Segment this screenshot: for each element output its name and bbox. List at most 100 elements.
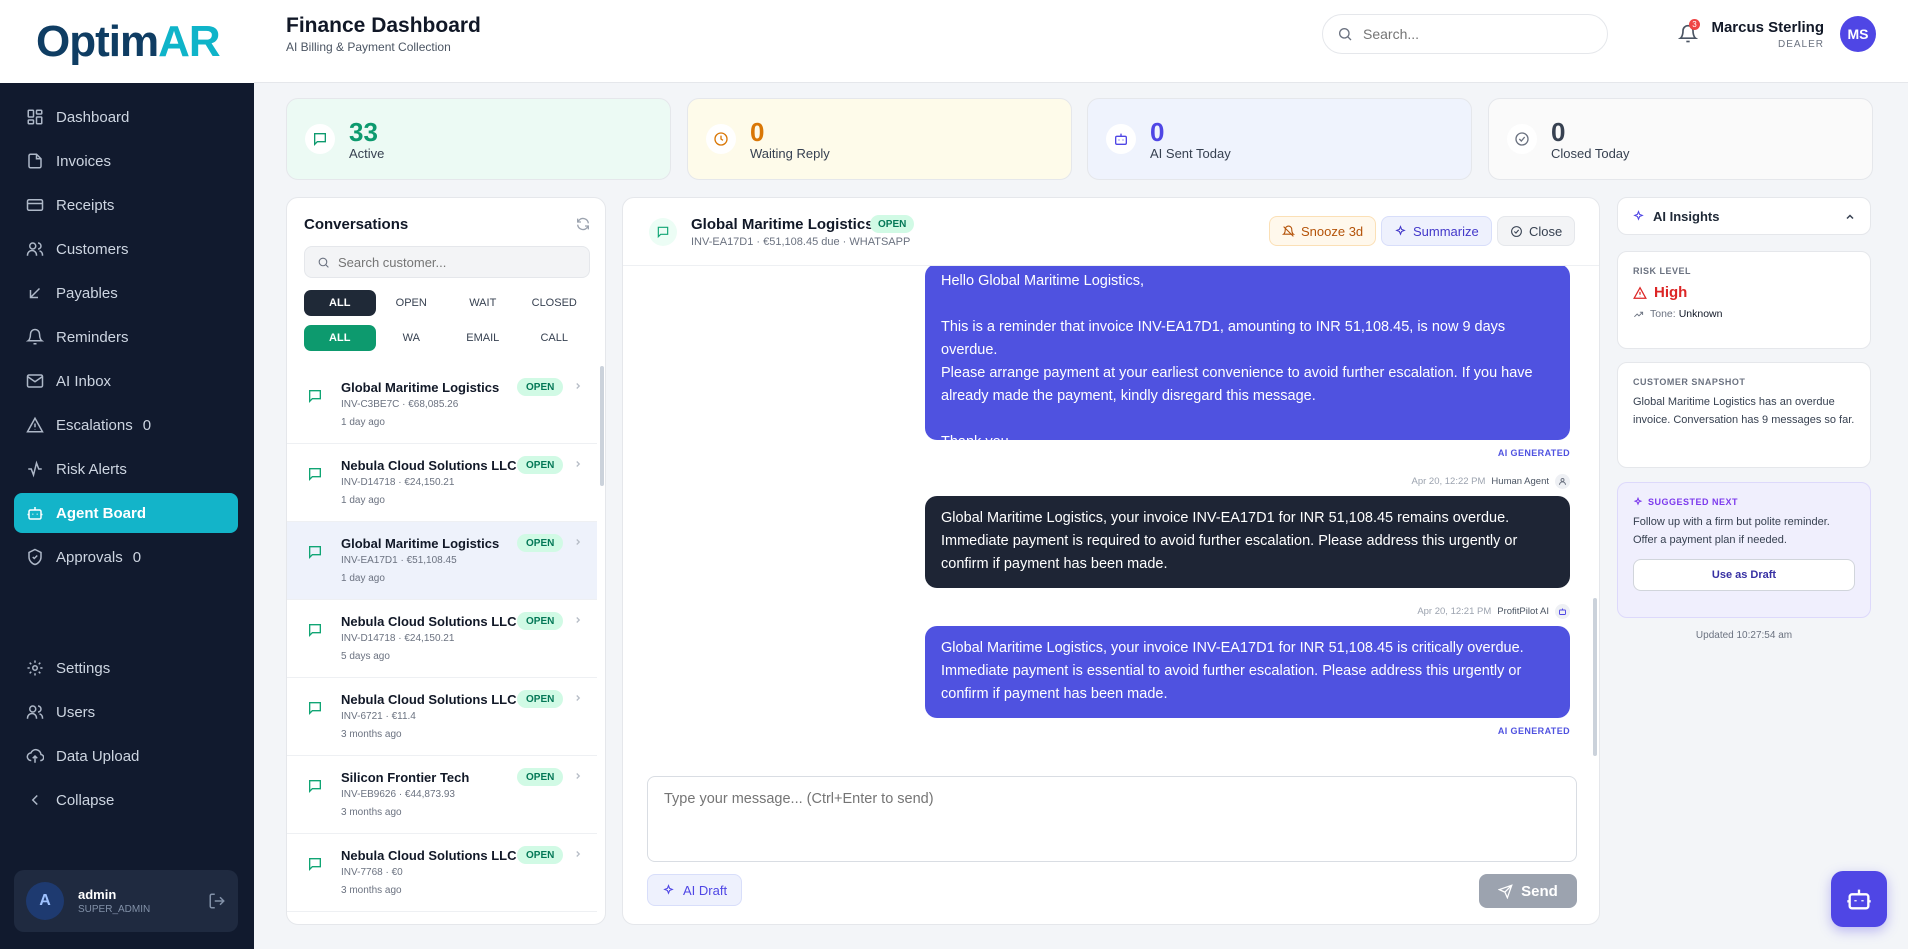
list-item[interactable]: Nebula Cloud Solutions LLC INV-D14718 · … bbox=[287, 444, 597, 522]
message-composer[interactable] bbox=[647, 776, 1577, 862]
shield-icon bbox=[28, 548, 42, 566]
check-circle-icon bbox=[1515, 132, 1529, 146]
assistant-fab-button[interactable] bbox=[1831, 871, 1887, 927]
sidebar-item-users[interactable]: Users bbox=[14, 692, 238, 732]
sidebar-item-risk-alerts[interactable]: Risk Alerts bbox=[14, 449, 238, 489]
close-label: Close bbox=[1529, 223, 1563, 239]
filter-channel-email[interactable]: EMAIL bbox=[447, 325, 519, 351]
risk-level-card: RISK LEVEL High Tone: Unknown bbox=[1617, 251, 1871, 349]
filter-channel-call[interactable]: CALL bbox=[519, 325, 591, 351]
ai-insights-title: AI Insights bbox=[1653, 208, 1720, 224]
conversation-invoice: INV-C3BE7C · €68,085.26 bbox=[341, 399, 459, 410]
logo[interactable]: OptimAR bbox=[0, 0, 254, 83]
sidebar-item-receipts[interactable]: Receipts bbox=[14, 185, 238, 225]
sidebar-item-dashboard[interactable]: Dashboard bbox=[14, 97, 238, 137]
list-item-selected[interactable]: Global Maritime Logistics INV-EA17D1 · €… bbox=[287, 522, 597, 600]
suggested-next-card: SUGGESTED NEXT Follow up with a firm but… bbox=[1617, 482, 1871, 618]
chevron-right-icon bbox=[576, 461, 581, 467]
send-button[interactable]: Send bbox=[1479, 874, 1577, 908]
arrow-down-left-icon bbox=[29, 287, 41, 299]
stat-label: Closed Today bbox=[1551, 145, 1630, 161]
ai-draft-button[interactable]: AI Draft bbox=[647, 874, 743, 906]
use-as-draft-button[interactable]: Use as Draft bbox=[1633, 559, 1855, 591]
filter-channel-all[interactable]: ALL bbox=[304, 325, 376, 351]
message-sender: ProfitPilot AI bbox=[1497, 606, 1549, 617]
list-item[interactable]: Nebula Cloud Solutions LLC INV-6721 · €1… bbox=[287, 678, 597, 756]
snapshot-caption: CUSTOMER SNAPSHOT bbox=[1633, 377, 1746, 387]
page-title: Finance Dashboard bbox=[286, 14, 481, 37]
global-search-input[interactable] bbox=[1363, 26, 1583, 42]
sidebar-item-ai-inbox[interactable]: AI Inbox bbox=[14, 361, 238, 401]
customer-search[interactable] bbox=[304, 246, 590, 278]
conversation-name: Global Maritime Logistics bbox=[341, 380, 500, 395]
sidebar-item-approvals[interactable]: Approvals 0 bbox=[14, 537, 238, 577]
summarize-label: Summarize bbox=[1413, 223, 1479, 239]
customer-search-input[interactable] bbox=[338, 254, 578, 270]
logo-accent-text: AR bbox=[158, 16, 221, 66]
chat-icon bbox=[657, 226, 669, 239]
snooze-button[interactable]: Snooze 3d bbox=[1269, 216, 1377, 246]
sidebar-item-agent-board[interactable]: Agent Board bbox=[14, 493, 238, 533]
stat-value: 33 bbox=[349, 116, 378, 147]
message-bubble-human: Global Maritime Logistics, your invoice … bbox=[925, 496, 1570, 588]
global-search[interactable] bbox=[1322, 14, 1608, 54]
header-user[interactable]: Marcus Sterling DEALER bbox=[1711, 19, 1824, 50]
status-badge: OPEN bbox=[517, 378, 564, 396]
chat-scrollbar[interactable] bbox=[1593, 598, 1597, 756]
sidebar-item-payables[interactable]: Payables bbox=[14, 273, 238, 313]
logout-icon[interactable] bbox=[208, 892, 226, 910]
chevron-right-icon bbox=[576, 539, 581, 545]
chevron-right-icon bbox=[576, 773, 581, 779]
snooze-label: Snooze 3d bbox=[1301, 223, 1364, 239]
sidebar-item-label: Customers bbox=[56, 240, 129, 258]
chevron-left-icon bbox=[31, 794, 38, 806]
sidebar-item-reminders[interactable]: Reminders bbox=[14, 317, 238, 357]
sidebar-item-customers[interactable]: Customers bbox=[14, 229, 238, 269]
conversations-title: Conversations bbox=[304, 216, 409, 233]
status-badge: OPEN bbox=[517, 534, 564, 552]
message-thread: Hello Global Maritime Logistics, This is… bbox=[623, 266, 1593, 756]
sidebar-item-label: Payables bbox=[56, 284, 118, 302]
risk-value: High bbox=[1654, 284, 1688, 301]
upload-icon bbox=[26, 748, 44, 763]
list-item[interactable]: Global Maritime Logistics INV-C3BE7C · €… bbox=[287, 366, 597, 444]
sidebar-item-collapse[interactable]: Collapse bbox=[14, 780, 238, 820]
sidebar-item-label: Escalations bbox=[56, 416, 133, 434]
filter-status-all[interactable]: ALL bbox=[304, 290, 376, 316]
stat-label: AI Sent Today bbox=[1150, 145, 1231, 161]
avatar: A bbox=[26, 882, 64, 920]
card-icon bbox=[26, 199, 44, 211]
chat-icon bbox=[309, 780, 321, 793]
conversation-name: Nebula Cloud Solutions LLC bbox=[341, 692, 517, 707]
list-item[interactable]: Nebula Cloud Solutions LLC INV-7768 · €0… bbox=[287, 834, 597, 912]
avatar[interactable]: MS bbox=[1840, 16, 1876, 52]
filter-status-wait[interactable]: WAIT bbox=[447, 290, 519, 316]
conversation-time: 1 day ago bbox=[341, 417, 385, 428]
sidebar-item-settings[interactable]: Settings bbox=[14, 648, 238, 688]
sidebar-item-invoices[interactable]: Invoices bbox=[14, 141, 238, 181]
send-icon bbox=[1498, 883, 1513, 899]
insights-updated-time: Updated 10:27:54 am bbox=[1695, 630, 1793, 641]
filter-status-closed[interactable]: CLOSED bbox=[519, 290, 591, 316]
chevron-right-icon bbox=[576, 851, 581, 857]
sidebar-item-label: Settings bbox=[56, 659, 111, 677]
ai-insights-header[interactable]: AI Insights bbox=[1617, 197, 1871, 235]
summarize-button[interactable]: Summarize bbox=[1381, 216, 1492, 246]
suggested-text: Follow up with a firm but polite reminde… bbox=[1633, 516, 1830, 546]
dashboard-icon bbox=[27, 109, 43, 125]
sidebar-item-data-upload[interactable]: Data Upload bbox=[14, 736, 238, 776]
stat-card-waiting-reply: 0 Waiting Reply bbox=[687, 98, 1072, 180]
conversation-scrollbar[interactable] bbox=[600, 366, 604, 486]
message-time: Apr 20, 12:22 PM bbox=[1411, 476, 1486, 487]
list-item[interactable]: Nebula Cloud Solutions LLC INV-D14718 · … bbox=[287, 600, 597, 678]
filter-status-open[interactable]: OPEN bbox=[376, 290, 448, 316]
conversation-name: Nebula Cloud Solutions LLC bbox=[341, 614, 517, 629]
conversation-time: 5 days ago bbox=[341, 651, 390, 662]
list-item[interactable]: Silicon Frontier Tech INV-EB9626 · €44,8… bbox=[287, 756, 597, 834]
filter-channel-wa[interactable]: WA bbox=[376, 325, 448, 351]
send-label: Send bbox=[1521, 882, 1558, 900]
close-conversation-button[interactable]: Close bbox=[1497, 216, 1576, 246]
message-input[interactable] bbox=[648, 777, 1576, 861]
refresh-icon[interactable] bbox=[575, 216, 591, 232]
sidebar-item-escalations[interactable]: Escalations 0 bbox=[14, 405, 238, 445]
